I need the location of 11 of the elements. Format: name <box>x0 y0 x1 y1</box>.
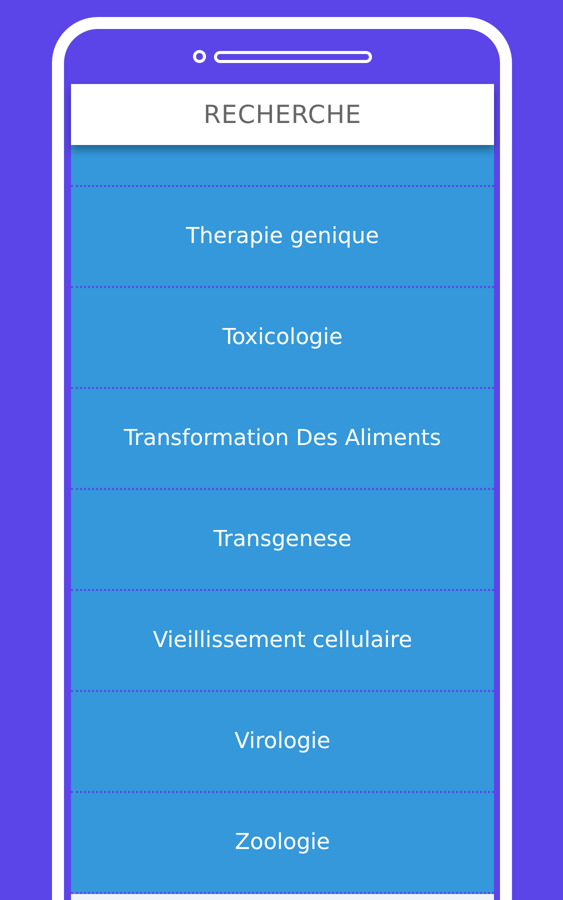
list-item[interactable] <box>71 145 494 187</box>
screen-title: RECHERCHE <box>204 100 362 129</box>
list-item[interactable]: Therapie genique <box>71 187 494 288</box>
list-item[interactable]: Transgenese <box>71 490 494 591</box>
list-item[interactable]: Toxicologie <box>71 288 494 389</box>
speaker-icon <box>214 50 372 62</box>
list-item[interactable]: Zoologie <box>71 793 494 894</box>
list-item[interactable]: Transformation Des Aliments <box>71 389 494 490</box>
camera-icon <box>192 50 206 63</box>
list-item[interactable]: Vieillissement cellulaire <box>71 591 494 692</box>
list-item[interactable]: Virologie <box>71 692 494 793</box>
